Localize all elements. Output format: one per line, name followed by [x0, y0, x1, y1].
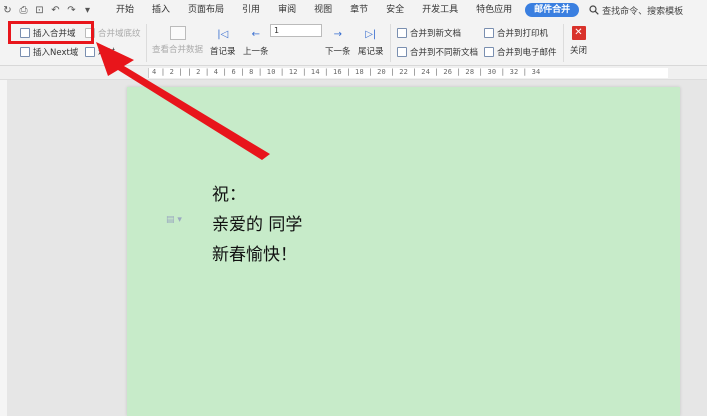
preview-icon[interactable]: ⊡	[34, 5, 45, 16]
first-record-icon: |◁	[217, 29, 229, 40]
view-merge-data-label: 查看合并数据	[152, 45, 204, 55]
tab-insert[interactable]: 插入	[143, 0, 179, 20]
quick-access-toolbar: ↻ ⎙ ⊡ ↶ ↷ ▾	[0, 5, 93, 16]
divider	[563, 24, 564, 62]
last-record-button[interactable]: ▷| 尾记录	[358, 28, 384, 57]
first-record-button[interactable]: |◁ 首记录	[210, 28, 236, 57]
tab-developer[interactable]: 开发工具	[413, 0, 467, 20]
merge-to-email-label: 合并到电子邮件	[497, 48, 557, 58]
field-timing-button[interactable]: 域时	[85, 46, 115, 58]
merge-to-diff-docs-button[interactable]: 合并到不同新文档	[397, 46, 478, 58]
close-mail-merge-button[interactable]: ✕ 关闭	[570, 26, 587, 56]
merge-to-printer-label: 合并到打印机	[497, 29, 549, 39]
new-document-icon	[397, 28, 407, 38]
left-margin-bar	[0, 80, 7, 416]
next-field-icon	[20, 47, 30, 57]
highlight-box	[8, 21, 94, 44]
divider	[390, 24, 391, 62]
doc-line-wishes[interactable]: 新春愉快！	[212, 240, 297, 265]
last-record-icon: ▷|	[365, 29, 377, 40]
prev-record-button[interactable]: ← 上一条	[243, 28, 269, 57]
email-icon	[484, 47, 494, 57]
tab-mail-merge[interactable]: 邮件合并	[525, 3, 580, 17]
arrow-right-icon: →	[333, 29, 342, 40]
view-merge-data-button[interactable]: 查看合并数据	[152, 26, 203, 55]
arrow-left-icon: ←	[251, 29, 260, 40]
tab-references[interactable]: 引用	[233, 0, 269, 20]
documents-icon	[397, 47, 407, 57]
merge-to-email-button[interactable]: 合并到电子邮件	[484, 46, 557, 58]
data-view-icon	[169, 26, 186, 40]
next-record-button[interactable]: → 下一条	[325, 28, 351, 57]
tab-home[interactable]: 开始	[107, 0, 143, 20]
print-icon[interactable]: ⎙	[18, 5, 29, 16]
record-number-input[interactable]: 1	[270, 24, 322, 37]
field-timing-label: 域时	[98, 48, 116, 58]
divider	[146, 24, 147, 62]
first-record-label: 首记录	[210, 47, 236, 57]
insert-next-field-label: 插入Next域	[33, 48, 79, 58]
chevron-down-icon[interactable]: ▾	[82, 5, 93, 16]
merge-field-shading-label: 合并域底纹	[98, 29, 141, 39]
last-record-label: 尾记录	[358, 47, 384, 57]
search-label: 查找命令、搜索模板	[602, 6, 684, 17]
close-icon: ✕	[571, 26, 586, 40]
doc-line-recipient[interactable]: 亲爱的 同学	[212, 210, 302, 235]
menu-tabs: 开始 插入 页面布局 引用 审阅 视图 章节 安全 开发工具 特色应用 邮件合并	[107, 0, 583, 20]
next-record-label: 下一条	[325, 47, 351, 57]
tab-sections[interactable]: 章节	[341, 0, 377, 20]
horizontal-ruler[interactable]: 4 | 2 | | 2 | 4 | 6 | 8 | 10 | 12 | 14 |…	[0, 66, 707, 80]
refresh-icon[interactable]: ↻	[2, 5, 13, 16]
field-icon	[85, 47, 95, 57]
tab-review[interactable]: 审阅	[269, 0, 305, 20]
undo-icon[interactable]: ↶	[50, 5, 61, 16]
tab-page-layout[interactable]: 页面布局	[179, 0, 233, 20]
search-icon	[589, 5, 599, 15]
tab-special-apps[interactable]: 特色应用	[467, 0, 521, 20]
doc-line-greeting[interactable]: 祝：	[212, 180, 246, 205]
tab-security[interactable]: 安全	[377, 0, 413, 20]
merge-to-new-doc-label: 合并到新文档	[410, 29, 462, 39]
merge-to-diff-docs-label: 合并到不同新文档	[410, 48, 479, 58]
printer-icon	[484, 28, 494, 38]
paragraph-anchor-icon[interactable]: ▤ ▾	[166, 215, 182, 225]
ruler-labels: 4 | 2 | | 2 | 4 | 6 | 8 | 10 | 12 | 14 |…	[152, 68, 541, 76]
insert-next-field-button[interactable]: 插入Next域	[20, 46, 78, 58]
redo-icon[interactable]: ↷	[66, 5, 77, 16]
close-label: 关闭	[570, 46, 588, 56]
merge-to-printer-button[interactable]: 合并到打印机	[484, 27, 548, 39]
command-search[interactable]: 查找命令、搜索模板	[589, 4, 683, 17]
ribbon: 插入合并域 合并域底纹 插入Next域 域时 查看合并数据 |◁ 首记录 ← 上…	[0, 20, 707, 66]
menu-bar: ↻ ⎙ ⊡ ↶ ↷ ▾ 开始 插入 页面布局 引用 审阅 视图 章节 安全 开发…	[0, 0, 707, 20]
document-page[interactable]	[127, 87, 680, 416]
tab-view[interactable]: 视图	[305, 0, 341, 20]
prev-record-label: 上一条	[243, 47, 269, 57]
merge-to-new-doc-button[interactable]: 合并到新文档	[397, 27, 461, 39]
